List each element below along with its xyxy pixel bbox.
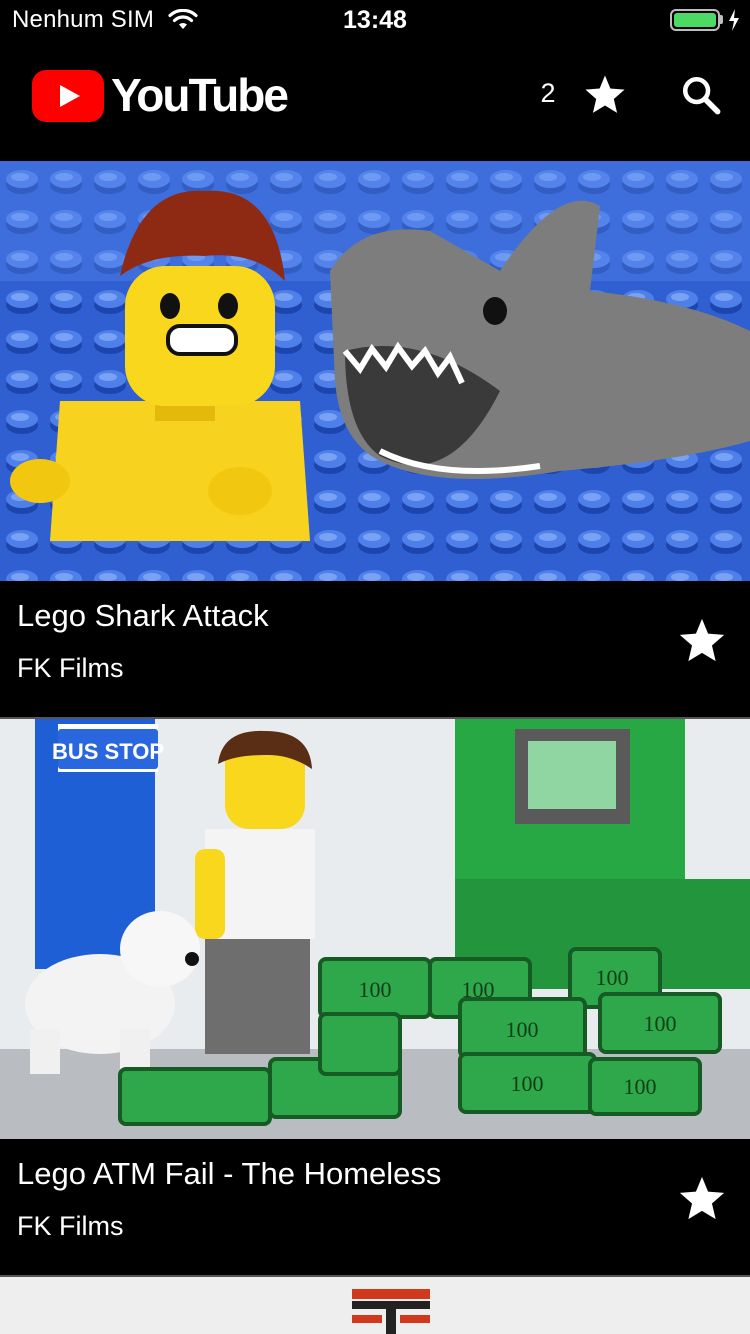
youtube-logo-text: YouTube	[111, 69, 289, 121]
search-icon[interactable]	[680, 74, 722, 116]
favorite-star-icon[interactable]	[676, 1173, 728, 1225]
status-time: 13:48	[343, 6, 407, 34]
video-channel: FK Films	[17, 1211, 124, 1241]
bill-text: 100	[359, 977, 392, 1002]
youtube-play-logo-icon	[32, 70, 104, 122]
bill-text: 100	[596, 965, 629, 990]
video-title[interactable]: Lego Shark Attack	[17, 598, 269, 634]
battery-icon	[670, 9, 720, 31]
video-card[interactable]: Lego Shark Attack FK Films	[0, 161, 750, 717]
bill-text: 100	[624, 1074, 657, 1099]
video-channel: FK Films	[17, 653, 124, 683]
bill-text: 100	[462, 977, 495, 1002]
bill-text: 100	[511, 1071, 544, 1096]
video-thumbnail[interactable]	[0, 161, 750, 581]
star-icon[interactable]	[582, 72, 628, 118]
charging-bolt-icon	[729, 9, 739, 31]
battery-nub	[720, 15, 723, 24]
app-screen: Nenhum SIM 13:48 YouTube 2 Lego Shark At…	[0, 0, 750, 1334]
bill-text: 100	[644, 1011, 677, 1036]
favorite-star-icon[interactable]	[676, 615, 728, 667]
nav-bar: YouTube 2	[0, 40, 750, 160]
video-card[interactable]: BUS STOP 100 100 100 100 100 100 100 Leg…	[0, 719, 750, 1275]
status-bar: Nenhum SIM 13:48	[0, 0, 750, 40]
video-title[interactable]: Lego ATM Fail - The Homeless	[17, 1156, 441, 1192]
video-thumbnail[interactable]: BUS STOP 100 100 100 100 100 100 100	[0, 719, 750, 1139]
favorites-count: 2	[540, 78, 556, 108]
video-thumbnail-partial[interactable]	[0, 1277, 750, 1334]
bill-text: 100	[506, 1017, 539, 1042]
bus-stop-sign-text: BUS STOP	[52, 739, 164, 764]
